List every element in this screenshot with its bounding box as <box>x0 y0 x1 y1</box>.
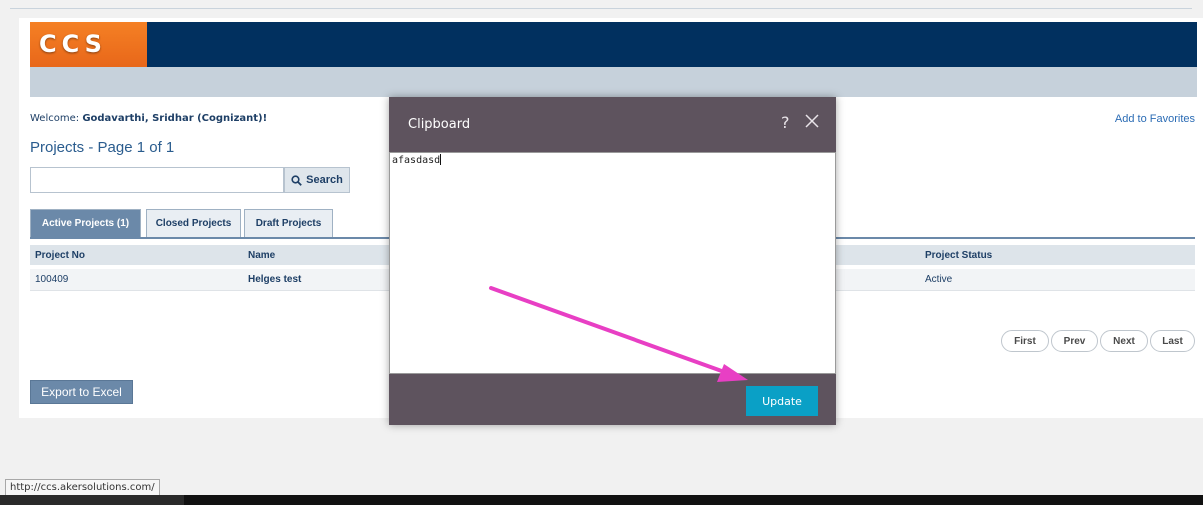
welcome-message: Welcome: Godavarthi, Sridhar (Cognizant)… <box>30 113 267 124</box>
tab-draft-projects[interactable]: Draft Projects <box>244 209 333 237</box>
search-icon <box>291 174 302 186</box>
page-title: Projects - Page 1 of 1 <box>30 139 175 156</box>
taskbar-segment <box>0 495 184 505</box>
top-divider <box>10 8 1192 9</box>
header-bar <box>30 22 1197 67</box>
pager-next-button[interactable]: Next <box>1100 330 1148 352</box>
text-caret <box>440 154 442 165</box>
column-header-project-status[interactable]: Project Status <box>925 245 992 265</box>
status-bar-url: http://ccs.akersolutions.com/ <box>5 479 160 496</box>
welcome-label: Welcome: <box>30 113 80 124</box>
ccs-logo[interactable]: CCS <box>30 22 147 67</box>
clipboard-textarea[interactable]: afasdasd <box>389 152 836 374</box>
pager-last-button[interactable]: Last <box>1150 330 1195 352</box>
dialog-header: Clipboard ? <box>389 97 836 152</box>
update-button[interactable]: Update <box>746 386 818 416</box>
search-input[interactable] <box>30 167 284 193</box>
export-to-excel-button[interactable]: Export to Excel <box>30 380 133 404</box>
tab-active-projects[interactable]: Active Projects (1) <box>30 209 141 237</box>
help-icon[interactable]: ? <box>781 113 790 132</box>
cell-project-no: 100409 <box>35 274 69 285</box>
clipboard-dialog: Clipboard ? afasdasd Update <box>389 97 836 425</box>
dialog-title: Clipboard <box>408 117 471 132</box>
search-button-label: Search <box>306 174 343 186</box>
column-header-name[interactable]: Name <box>248 245 275 265</box>
clipboard-text: afasdasd <box>392 155 441 166</box>
welcome-user: Godavarthi, Sridhar (Cognizant)! <box>82 113 268 124</box>
add-to-favorites-link[interactable]: Add to Favorites <box>1115 113 1195 125</box>
pager-first-button[interactable]: First <box>1001 330 1049 352</box>
close-icon[interactable] <box>804 113 820 129</box>
tab-closed-projects[interactable]: Closed Projects <box>146 209 241 237</box>
search-button[interactable]: Search <box>284 167 350 193</box>
pager-prev-button[interactable]: Prev <box>1051 330 1098 352</box>
column-header-project-no[interactable]: Project No <box>35 245 85 265</box>
dialog-footer: Update <box>389 374 836 425</box>
cell-project-status: Active <box>925 274 953 285</box>
cell-project-name[interactable]: Helges test <box>248 269 301 290</box>
sub-navigation-bar <box>30 67 1197 97</box>
